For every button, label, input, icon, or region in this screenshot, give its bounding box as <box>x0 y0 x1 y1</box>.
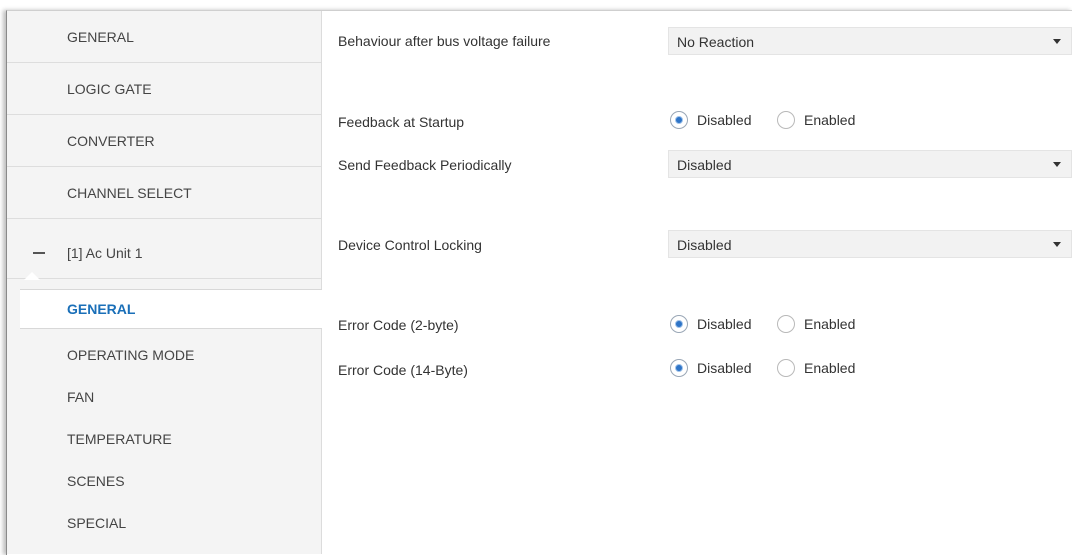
bus-failure-dropdown[interactable]: No Reaction <box>668 27 1072 55</box>
sidebar-subitem-label: GENERAL <box>67 301 136 317</box>
error-2byte-disabled-radio[interactable]: Disabled <box>670 314 765 336</box>
radio-label: Disabled <box>697 316 752 332</box>
sidebar-subitem-special[interactable]: SPECIAL <box>0 504 314 544</box>
radio-label: Enabled <box>804 360 856 376</box>
radio-checked-icon <box>670 359 688 377</box>
sidebar-subitem-label: FAN <box>67 389 95 405</box>
feedback-startup-disabled-radio[interactable]: Disabled <box>670 110 765 132</box>
dropdown-value: No Reaction <box>677 34 755 50</box>
sidebar-subitem-fan[interactable]: FAN <box>0 378 314 418</box>
sidebar-subitem-operating-mode[interactable]: OPERATING MODE <box>0 336 314 376</box>
radio-checked-icon <box>670 315 688 333</box>
radio-label: Enabled <box>804 112 856 128</box>
sidebar-item-label: CONVERTER <box>67 133 155 149</box>
sidebar-subitem-temperature[interactable]: TEMPERATURE <box>0 420 314 460</box>
sidebar-item-logic-gate[interactable]: LOGIC GATE <box>7 63 321 115</box>
error-14byte-label: Error Code (14-Byte) <box>338 362 468 378</box>
chevron-down-icon <box>1053 39 1061 44</box>
sidebar-subitem-label: SPECIAL <box>67 515 127 531</box>
sidebar-subitem-scenes[interactable]: SCENES <box>0 462 314 502</box>
feedback-startup-label: Feedback at Startup <box>338 114 465 130</box>
sidebar-subitem-general[interactable]: GENERAL <box>20 289 322 329</box>
error-2byte-enabled-radio[interactable]: Enabled <box>777 314 867 336</box>
sidebar-subitem-label: OPERATING MODE <box>67 347 195 363</box>
dropdown-value: Disabled <box>677 237 732 253</box>
bus-failure-label: Behaviour after bus voltage failure <box>338 33 551 49</box>
sidebar-subitem-label: TEMPERATURE <box>67 431 172 447</box>
feedback-periodic-label: Send Feedback Periodically <box>338 157 512 173</box>
sidebar-item-general[interactable]: GENERAL <box>7 11 321 63</box>
chevron-down-icon <box>1053 162 1061 167</box>
radio-unchecked-icon <box>777 111 795 129</box>
feedback-periodic-dropdown[interactable]: Disabled <box>668 150 1072 178</box>
chevron-down-icon <box>1053 242 1061 247</box>
feedback-startup-enabled-radio[interactable]: Enabled <box>777 110 867 132</box>
sidebar-item-channel-select[interactable]: CHANNEL SELECT <box>7 167 321 219</box>
minus-icon[interactable] <box>33 252 45 254</box>
error-14byte-disabled-radio[interactable]: Disabled <box>670 358 765 380</box>
sidebar-item-ac-unit-1[interactable]: [1] Ac Unit 1 <box>7 227 321 279</box>
dropdown-value: Disabled <box>677 157 732 173</box>
device-lock-label: Device Control Locking <box>338 237 482 253</box>
sidebar-item-label: CHANNEL SELECT <box>67 185 192 201</box>
sidebar-subitem-label: SCENES <box>67 473 125 489</box>
radio-label: Disabled <box>697 112 752 128</box>
sidebar-item-label: [1] Ac Unit 1 <box>67 245 143 261</box>
radio-unchecked-icon <box>777 359 795 377</box>
sidebar-item-label: GENERAL <box>67 29 134 45</box>
active-pointer <box>24 272 40 280</box>
radio-unchecked-icon <box>777 315 795 333</box>
device-lock-dropdown[interactable]: Disabled <box>668 230 1072 258</box>
radio-checked-icon <box>670 111 688 129</box>
sidebar-item-converter[interactable]: CONVERTER <box>7 115 321 167</box>
radio-label: Disabled <box>697 360 752 376</box>
sidebar-item-label: LOGIC GATE <box>67 81 152 97</box>
error-14byte-enabled-radio[interactable]: Enabled <box>777 358 867 380</box>
error-2byte-label: Error Code (2-byte) <box>338 317 459 333</box>
radio-label: Enabled <box>804 316 856 332</box>
